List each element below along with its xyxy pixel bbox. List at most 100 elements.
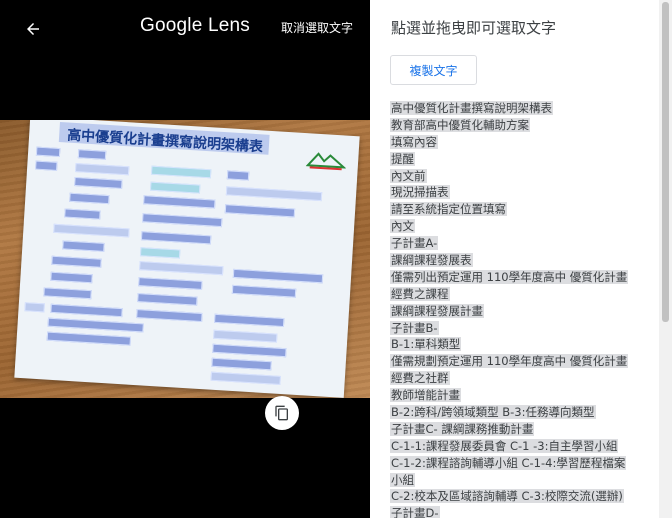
copy-text-fab[interactable] (265, 396, 299, 430)
text-block[interactable] (62, 240, 105, 252)
extracted-text-line[interactable]: 經費之社群 (390, 370, 656, 387)
extracted-text-line-label: 僅需規劃預定運用 110學年度高中 優質化計畫 (390, 354, 629, 369)
text-block[interactable] (214, 313, 285, 328)
extracted-text-line[interactable]: 課綱課程發展計畫 (390, 303, 656, 320)
copy-text-button[interactable]: 複製文字 (390, 55, 477, 85)
mountain-logo-icon (305, 152, 347, 171)
extracted-text-line[interactable]: C-1-1:課程發展委員會 C-1 -3:自主學習小組 (390, 438, 656, 455)
text-block[interactable] (212, 343, 287, 358)
text-block[interactable] (211, 357, 272, 371)
extracted-text-line-label: 子計畫B- (390, 320, 439, 335)
extracted-text-line[interactable]: C-2:校本及區域諮詢輔導 C-3:校際交流(選辦) (390, 488, 656, 505)
text-block[interactable] (46, 331, 132, 346)
scanned-photo[interactable]: 高中優質化計畫撰寫說明架構表 (0, 120, 370, 398)
text-block[interactable] (24, 302, 45, 313)
text-block[interactable] (138, 277, 203, 290)
text-block[interactable] (213, 329, 278, 343)
extracted-text-line[interactable]: 子計畫B- (390, 320, 656, 337)
extracted-text-line[interactable]: 填寫內容 (390, 134, 656, 151)
text-block[interactable] (150, 165, 212, 179)
extracted-text-line-label: 高中優質化計畫撰寫說明架構表 (390, 101, 553, 115)
text-block[interactable] (74, 176, 123, 189)
viewer-toolbar: Google Lens 取消選取文字 (0, 0, 370, 56)
extracted-text-line[interactable]: C-1-2:課程諮詢輔導小組 C-1-4:學習歷程檔案 (390, 455, 656, 472)
text-block[interactable] (210, 371, 281, 385)
extracted-text-list: 高中優質化計畫撰寫說明架構表 教育部高中優質化輔助方案 填寫內容提醒內文前現況掃描表… (390, 100, 656, 518)
extracted-text-line[interactable]: B-2:跨科/跨領域類型 B-3:任務導向類型 (390, 404, 656, 421)
extracted-text-line[interactable]: 子計畫D- (390, 505, 656, 518)
text-block[interactable] (142, 213, 223, 228)
text-block[interactable] (226, 170, 250, 181)
extracted-text-line-label: 經費之社群 (390, 371, 450, 386)
text-block[interactable] (140, 231, 212, 245)
text-block[interactable] (43, 287, 92, 300)
text-block[interactable] (231, 284, 297, 298)
extracted-text-line-label: 填寫內容 (390, 134, 438, 149)
panel-title: 點選並拖曳即可選取文字 (391, 19, 557, 37)
extracted-text-line[interactable]: 請至系統指定位置填寫 (390, 201, 656, 218)
extracted-text-line[interactable]: B-1:單科類型 (390, 336, 656, 353)
extracted-text-line-label: 請至系統指定位置填寫 (390, 202, 507, 217)
text-block[interactable] (47, 317, 144, 333)
extracted-text-line[interactable]: 高中優質化計畫撰寫說明架構表 (390, 100, 656, 117)
text-block[interactable] (35, 160, 58, 171)
google-lens-brand: Google Lens (140, 15, 250, 36)
extracted-text-line-label: 僅需列出預定運用 110學年度高中 優質化計畫 (390, 269, 629, 284)
extracted-text-line-label: 課綱課程發展表 (390, 253, 473, 268)
extracted-text-line[interactable]: 課綱課程發展表 (390, 252, 656, 269)
text-block[interactable] (51, 255, 102, 268)
extracted-text-line[interactable]: 內文前 (390, 168, 656, 185)
extracted-text-line-label: 小組 (390, 472, 415, 487)
text-block[interactable] (50, 303, 123, 318)
extracted-text-line[interactable]: 內文 (390, 218, 656, 235)
document-sheet: 高中優質化計畫撰寫說明架構表 (14, 120, 360, 398)
text-block[interactable] (136, 309, 203, 323)
extracted-text-line-label: C-1-1:課程發展委員會 C-1 -3:自主學習小組 (390, 438, 619, 453)
image-viewer: Google Lens 取消選取文字 高中優質化計畫撰寫說明架構表 (0, 0, 370, 518)
back-button[interactable] (20, 16, 46, 42)
arrow-left-icon (27, 23, 39, 35)
extracted-text-line-label: 子計畫C- 課綱課務推動計畫 (390, 421, 535, 436)
extracted-text-line-label: 子計畫A- (390, 236, 439, 251)
text-block[interactable] (139, 247, 181, 259)
extracted-text-line[interactable]: 教師增能計畫 (390, 387, 656, 404)
cancel-select-text-button[interactable]: 取消選取文字 (281, 19, 353, 36)
extracted-text-line-label: C-1-2:課程諮詢輔導小組 C-1-4:學習歷程檔案 (390, 455, 627, 470)
text-block[interactable] (35, 146, 61, 158)
extracted-text-line-label: 教育部高中優質化輔助方案 (390, 117, 530, 132)
extracted-text-line[interactable]: 小組 (390, 472, 656, 489)
extracted-text-line-label: 提醒 (390, 151, 415, 166)
text-block[interactable] (149, 181, 201, 194)
extracted-text-line-label: 現況掃描表 (390, 185, 450, 200)
extracted-text-line-label: 內文 (390, 219, 415, 234)
text-block[interactable] (225, 186, 323, 202)
extracted-text-line[interactable]: 現況掃描表 (390, 184, 656, 201)
text-block[interactable] (69, 192, 110, 205)
text-block[interactable] (224, 204, 296, 218)
text-block[interactable] (74, 163, 130, 176)
extracted-text-line-label: B-1:單科類型 (390, 337, 462, 352)
extracted-text-line[interactable]: 子計畫C- 課綱課務推動計畫 (390, 421, 656, 438)
text-block[interactable] (53, 223, 130, 238)
extracted-text-line-label: B-2:跨科/跨領域類型 B-3:任務導向類型 (390, 405, 596, 420)
extracted-text-line[interactable]: 僅需列出預定運用 110學年度高中 優質化計畫 (390, 269, 656, 286)
extracted-text-line-label: 內文前 (390, 168, 427, 183)
extracted-text-line-label: C-2:校本及區域諮詢輔導 C-3:校際交流(選辦) (390, 489, 624, 504)
extracted-text-line[interactable]: 經費之課程 (390, 286, 656, 303)
extracted-text-line-label: 課綱課程發展計畫 (390, 303, 484, 318)
extracted-text-line[interactable]: 子計畫A- (390, 235, 656, 252)
copy-icon (275, 405, 288, 421)
text-block[interactable] (77, 149, 107, 160)
extracted-text-line-label: 子計畫D- (390, 506, 440, 518)
panel-scrollbar-thumb[interactable] (662, 2, 669, 322)
text-block[interactable] (232, 268, 324, 284)
text-panel: 點選並拖曳即可選取文字 複製文字 高中優質化計畫撰寫說明架構表 教育部高中優質化輔… (370, 0, 672, 518)
text-block[interactable] (50, 271, 93, 284)
text-block[interactable] (139, 261, 224, 276)
extracted-text-line[interactable]: 僅需規劃預定運用 110學年度高中 優質化計畫 (390, 353, 656, 370)
text-block[interactable] (64, 208, 101, 220)
text-block[interactable] (137, 293, 198, 306)
extracted-text-line[interactable]: 教育部高中優質化輔助方案 (390, 117, 656, 134)
extracted-text-line[interactable]: 提醒 (390, 151, 656, 168)
text-block[interactable] (143, 195, 216, 209)
